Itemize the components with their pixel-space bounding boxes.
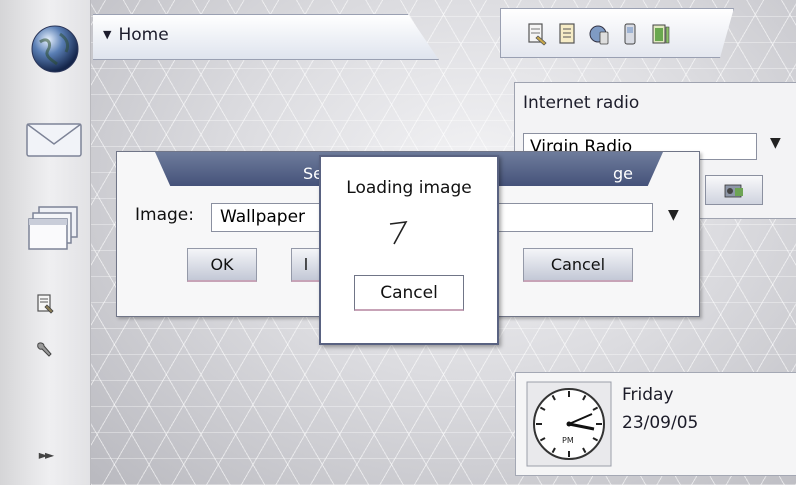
- middle-button[interactable]: l: [291, 248, 321, 282]
- radio-speaker-icon: [724, 184, 743, 198]
- chevron-down-icon[interactable]: ▼: [770, 135, 781, 151]
- clock-day: Friday: [622, 385, 674, 405]
- radio-play-button[interactable]: [705, 175, 763, 205]
- clock-date: 23/09/05: [622, 413, 699, 433]
- clock-period: PM: [562, 436, 574, 445]
- page-title-label: Home: [118, 25, 169, 45]
- dialog-title-right: ge: [613, 164, 633, 183]
- wrench-icon[interactable]: [34, 340, 56, 360]
- more-arrows-icon[interactable]: ►►: [30, 446, 60, 464]
- launcher-sidebar: ►►: [0, 0, 91, 485]
- world-phone-icon[interactable]: [588, 22, 610, 46]
- battery-icon[interactable]: [650, 22, 672, 46]
- loading-title: Loading image: [346, 178, 472, 198]
- settings-doc-icon[interactable]: [34, 293, 56, 315]
- clock-widget[interactable]: PM Friday 23/09/05: [515, 372, 796, 476]
- ok-button[interactable]: OK: [187, 248, 257, 282]
- analog-clock-icon: PM: [526, 381, 612, 467]
- loading-spinner-icon: [389, 221, 408, 245]
- document-edit-icon[interactable]: [526, 22, 548, 46]
- dialog-cancel-button[interactable]: Cancel: [523, 248, 633, 282]
- radio-title: Internet radio: [523, 93, 640, 113]
- image-label: Image:: [135, 205, 194, 225]
- phone-icon[interactable]: [619, 22, 641, 46]
- folders-icon[interactable]: [27, 205, 81, 251]
- chevron-down-icon[interactable]: ▼: [668, 207, 679, 223]
- dropdown-arrow-icon: ▼: [103, 28, 112, 41]
- loading-cancel-button[interactable]: Cancel: [354, 275, 464, 311]
- status-icon-bar: [526, 22, 672, 46]
- page-title[interactable]: ▼ Home: [103, 25, 169, 45]
- mail-icon[interactable]: [25, 122, 83, 158]
- globe-icon[interactable]: [30, 24, 80, 74]
- loading-image-popup: Loading image Cancel: [319, 155, 499, 345]
- document-list-icon[interactable]: [557, 22, 579, 46]
